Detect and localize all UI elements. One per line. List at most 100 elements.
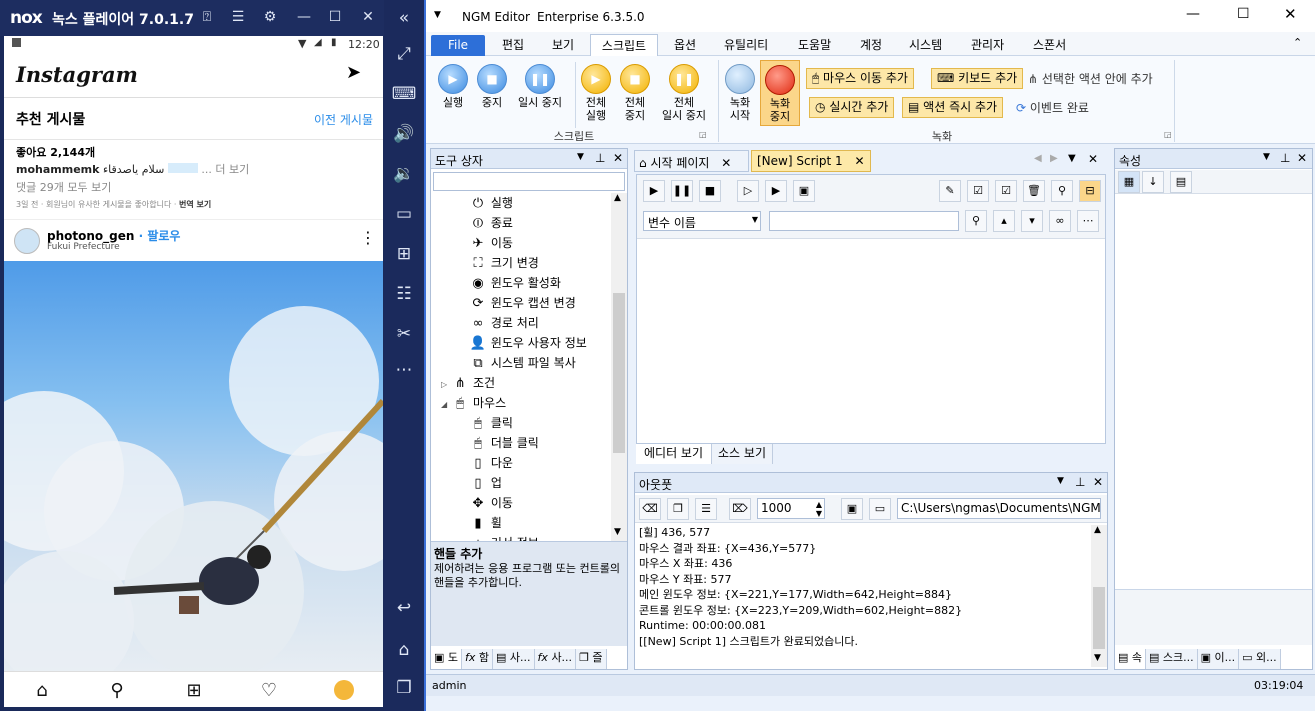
pause-all-button[interactable]: ❚❚ 전체 일시 중지: [655, 64, 713, 122]
expand-icon[interactable]: ▷: [441, 380, 447, 389]
toolbox-item[interactable]: ✈ 이동: [431, 233, 611, 253]
tab-sponsor[interactable]: 스폰서: [1033, 36, 1066, 53]
scissors-icon[interactable]: ✂: [384, 324, 424, 344]
line-count-input[interactable]: 1000 ▲ ▼: [757, 498, 825, 519]
toolbox-item[interactable]: 👤 윈도우 사용자 정보: [431, 333, 611, 353]
step-over-icon[interactable]: ▣: [793, 180, 815, 202]
close-panel-icon[interactable]: ✕: [1297, 151, 1307, 165]
tab-script[interactable]: 스크립트: [590, 34, 658, 57]
tab-account[interactable]: 계정: [860, 36, 882, 53]
settings-icon[interactable]: ⚙: [260, 9, 280, 25]
more-options-icon[interactable]: ⋯: [1077, 210, 1099, 232]
pause-button[interactable]: ❚❚ 일시 중지: [512, 64, 568, 109]
collapse-icon[interactable]: ◢: [441, 400, 447, 409]
check-icon[interactable]: ☑: [967, 180, 989, 202]
quick-access-icon[interactable]: ▼: [434, 10, 441, 20]
maximize-icon[interactable]: ☐: [325, 9, 345, 25]
move-down-icon[interactable]: ▾: [1021, 210, 1043, 232]
recent-apps-icon[interactable]: ❐: [384, 678, 424, 698]
avatar[interactable]: [14, 228, 40, 254]
search-icon[interactable]: ⚲: [965, 210, 987, 232]
search-nav-icon[interactable]: ⚲: [102, 680, 132, 701]
editor-stop-icon[interactable]: ■: [699, 180, 721, 202]
editor-pause-icon[interactable]: ❚❚: [671, 180, 693, 202]
loop-icon[interactable]: ∞: [1049, 210, 1071, 232]
stop-button[interactable]: ■ 중지: [474, 64, 510, 109]
tab-admin[interactable]: 관리자: [971, 36, 1004, 53]
check-all-icon[interactable]: ☑: [995, 180, 1017, 202]
apk-icon[interactable]: ⊞: [384, 244, 424, 264]
scroll-down-icon[interactable]: ▼: [1094, 653, 1101, 663]
more-options-icon[interactable]: ⋮: [360, 228, 376, 247]
multi-instance-icon[interactable]: ☷: [384, 284, 424, 304]
toolbox-item[interactable]: ⏻ 실행: [431, 193, 611, 213]
group-launcher-icon[interactable]: ◲: [1164, 130, 1172, 139]
realtime-add-button[interactable]: ◷ 실시간 추가: [809, 97, 895, 118]
close-tab-icon[interactable]: ✕: [854, 154, 864, 168]
heart-icon[interactable]: ♡: [254, 680, 284, 701]
direct-message-icon[interactable]: ➤: [346, 62, 361, 83]
dropdown-icon[interactable]: ▼: [1057, 476, 1064, 486]
home-icon[interactable]: ⌂: [384, 640, 424, 660]
tab-properties[interactable]: ▤ 속: [1115, 649, 1147, 669]
record-start-button[interactable]: 녹화 시작: [722, 64, 758, 122]
step-icon[interactable]: ▷: [737, 180, 759, 202]
group-launcher-icon[interactable]: ◲: [699, 130, 707, 139]
editor-play-icon[interactable]: ▶: [643, 180, 665, 202]
scroll-down-icon[interactable]: ▼: [614, 527, 621, 537]
keyboard-icon[interactable]: ⌨: [384, 84, 424, 104]
pin-icon[interactable]: ⊥: [1075, 475, 1085, 489]
scrollbar-thumb[interactable]: [1093, 587, 1105, 649]
tab-user-functions[interactable]: fx 사...: [534, 649, 577, 669]
tab-file[interactable]: File: [431, 35, 485, 56]
tab-system[interactable]: 시스템: [909, 36, 942, 53]
property-pages-icon[interactable]: ▤: [1170, 171, 1192, 193]
scroll-up-icon[interactable]: ▲: [1094, 525, 1101, 535]
tab-script-info[interactable]: ▤ 스크...: [1146, 649, 1198, 669]
add-post-icon[interactable]: ⊞: [179, 680, 209, 701]
toolbox-item[interactable]: 🖱 클릭: [431, 413, 611, 433]
toolbox-item[interactable]: ⌖ 커서 정보: [431, 533, 611, 541]
toolbox-item[interactable]: ⏼ 종료: [431, 213, 611, 233]
follow-link[interactable]: · 팔로우: [139, 229, 181, 243]
tab-view[interactable]: 보기: [552, 36, 574, 53]
pin-icon[interactable]: ⊥: [595, 151, 605, 165]
maximize-icon[interactable]: ☐: [1237, 6, 1250, 22]
output-scrollbar[interactable]: ▲ ▼: [1091, 525, 1107, 667]
tab-user[interactable]: ▤ 사...: [493, 649, 535, 669]
toolbox-item[interactable]: 🖱 더블 클릭: [431, 433, 611, 453]
tab-editor-view[interactable]: 에디터 보기: [636, 444, 713, 464]
volume-up-icon[interactable]: 🔊: [384, 124, 424, 144]
tab-list-icon[interactable]: ▼: [1068, 153, 1076, 164]
scroll-up-icon[interactable]: ▲: [614, 193, 621, 203]
run-button[interactable]: ▶ 실행: [434, 64, 472, 109]
toolbox-item[interactable]: ◉ 윈도우 활성화: [431, 273, 611, 293]
keyboard-add-button[interactable]: ⌨ 키보드 추가: [931, 68, 1024, 89]
toolbox-item[interactable]: ▮ 휠: [431, 513, 611, 533]
clear-output-icon[interactable]: ⌫: [639, 498, 661, 520]
tab-options[interactable]: 옵션: [674, 36, 696, 53]
categorized-icon[interactable]: ▦: [1118, 171, 1140, 193]
tab-source-view[interactable]: 소스 보기: [712, 444, 773, 464]
toolbox-item[interactable]: ⧉ 시스템 파일 복사: [431, 353, 611, 373]
post-photo[interactable]: [4, 261, 383, 691]
tab-functions[interactable]: fx 함: [462, 649, 494, 669]
toolbox-item[interactable]: ∞ 경로 처리: [431, 313, 611, 333]
tab-next-icon[interactable]: ▶: [1050, 153, 1058, 164]
close-icon[interactable]: ✕: [1284, 5, 1297, 23]
toolbox-scrollbar[interactable]: ▲ ▼: [611, 193, 627, 541]
event-complete-button[interactable]: ⟳ 이벤트 완료: [1016, 99, 1089, 116]
folder-icon[interactable]: ▭: [869, 498, 891, 520]
save-icon[interactable]: ▣: [841, 498, 863, 520]
minimize-icon[interactable]: —: [1186, 6, 1200, 22]
action-instant-add-button[interactable]: ▤ 액션 즉시 추가: [902, 97, 1004, 118]
tree-view-icon[interactable]: ⊟: [1079, 180, 1101, 202]
toolbox-item[interactable]: ⟳ 윈도우 캡션 변경: [431, 293, 611, 313]
minimize-icon[interactable]: —: [294, 9, 314, 25]
record-stop-button[interactable]: 녹화 중지: [760, 60, 800, 126]
variable-select[interactable]: 변수 이름 ▼: [643, 211, 761, 231]
toolbox-item[interactable]: ◢ 🖱 마우스: [431, 393, 611, 413]
sort-alpha-icon[interactable]: ↓: [1142, 171, 1164, 193]
volume-down-icon[interactable]: 🔉: [384, 164, 424, 184]
tab-favorites[interactable]: ❐ 즐: [576, 649, 607, 669]
